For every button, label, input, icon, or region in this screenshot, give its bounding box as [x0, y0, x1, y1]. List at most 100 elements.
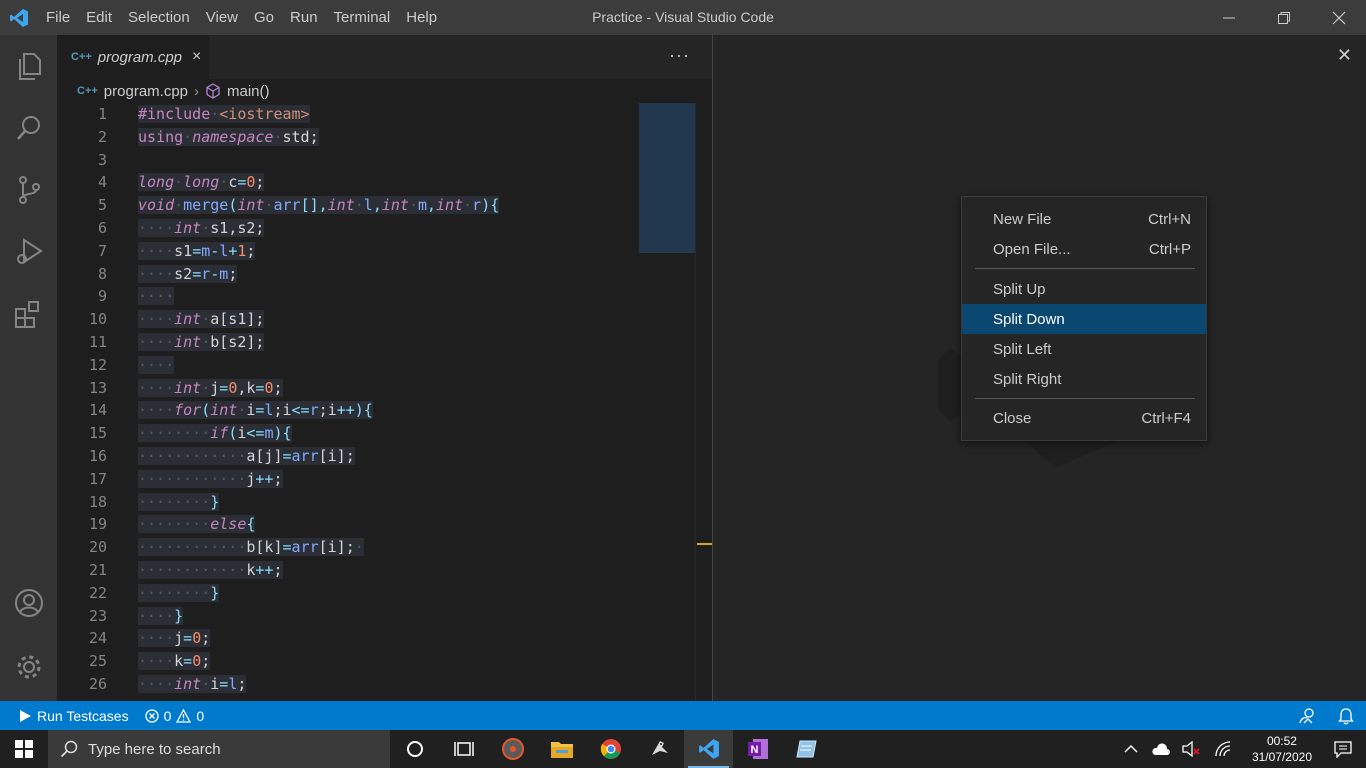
close-icon: [1332, 11, 1345, 24]
minimize-icon: [1222, 17, 1235, 18]
menu-file[interactable]: File: [38, 0, 78, 35]
code-line: 1 #include·<iostream>: [97, 105, 310, 123]
minimap[interactable]: [639, 103, 695, 253]
source-control-button[interactable]: [0, 159, 57, 221]
scrollbar-marker: [697, 543, 712, 545]
onedrive-button[interactable]: [1144, 742, 1176, 756]
vscode-logo-icon[interactable]: [0, 0, 38, 35]
code-line: 15 ········if(i<=m){: [88, 424, 292, 443]
menu-item-split-down[interactable]: Split Down: [962, 304, 1206, 334]
code-line: 24 ····j=0;: [88, 629, 211, 648]
code-line: 14 ····for(int·i=l;i<=r;i++){: [88, 401, 373, 420]
task-view-icon: [453, 742, 474, 756]
menu-terminal[interactable]: Terminal: [326, 0, 399, 35]
code-line: 22 ········}: [88, 583, 220, 602]
chevron-up-icon: [1124, 744, 1138, 753]
menu-view[interactable]: View: [198, 0, 246, 35]
action-center-button[interactable]: [1326, 740, 1366, 758]
taskbar-chrome[interactable]: [586, 730, 635, 768]
menu-item-new-file[interactable]: New File Ctrl+N: [962, 204, 1206, 234]
window-controls: [1201, 0, 1366, 35]
search-icon: [60, 740, 78, 758]
network-button[interactable]: [1208, 741, 1238, 757]
svg-text:N: N: [750, 744, 758, 756]
more-actions-icon[interactable]: ···: [669, 45, 690, 66]
vscode-icon: [698, 739, 719, 759]
problems-indicator[interactable]: 0 0: [137, 701, 213, 730]
taskbar-vscode[interactable]: [684, 730, 733, 768]
explorer-button[interactable]: [0, 35, 57, 97]
context-menu: New File Ctrl+N Open File... Ctrl+P Spli…: [961, 196, 1207, 441]
volume-button[interactable]: [1176, 741, 1208, 757]
menu-item-split-left[interactable]: Split Left: [962, 334, 1206, 364]
clock-date: 31/07/2020: [1251, 750, 1312, 764]
taskbar-notepad-app[interactable]: [782, 730, 831, 768]
penguin-app-icon: [651, 741, 668, 755]
files-icon: [18, 53, 41, 80]
breadcrumb-symbol[interactable]: main(): [227, 83, 270, 100]
close-group-icon[interactable]: ✕: [1337, 45, 1352, 66]
menu-go[interactable]: Go: [246, 0, 282, 35]
tab-close-icon[interactable]: ×: [192, 48, 201, 66]
media-player-icon: [501, 738, 524, 760]
chevron-right-icon: ›: [194, 82, 200, 100]
taskbar-media-app[interactable]: [488, 730, 537, 768]
bell-icon[interactable]: [1338, 707, 1354, 725]
menu-item-open-file[interactable]: Open File... Ctrl+P: [962, 234, 1206, 264]
code-line: 12 ····: [88, 355, 175, 374]
menu-item-close[interactable]: Close Ctrl+F4: [962, 403, 1206, 433]
activity-bar: [0, 35, 57, 701]
notification-icon: [1334, 741, 1352, 758]
search-view-button[interactable]: [0, 97, 57, 159]
task-view-button[interactable]: [439, 730, 488, 768]
cloud-icon: [1152, 743, 1170, 755]
menu-run[interactable]: Run: [282, 0, 326, 35]
account-icon: [14, 589, 43, 617]
taskbar-file-explorer[interactable]: [537, 730, 586, 768]
breadcrumb-file[interactable]: program.cpp: [104, 83, 188, 100]
code-editor[interactable]: 1 #include·<iostream> 2 using·namespace·st…: [57, 103, 640, 701]
menu-separator: [975, 398, 1195, 399]
editor-group-left: C++ program.cpp × ··· C++ program.cpp › …: [57, 35, 712, 701]
accounts-button[interactable]: [0, 588, 57, 618]
run-testcases-button[interactable]: Run Testcases: [0, 701, 137, 730]
clock-time: 00:52: [1266, 734, 1297, 748]
close-window-button[interactable]: [1311, 0, 1366, 35]
taskbar-app-penguin[interactable]: [635, 730, 684, 768]
manage-button[interactable]: [0, 652, 57, 682]
code-line: 16 ············a[j]=arr[i];: [88, 446, 355, 465]
code-line: 4 long·long·c=0;: [97, 173, 265, 192]
tab-program-cpp[interactable]: C++ program.cpp ×: [57, 35, 209, 79]
code-line: 9 ····: [97, 287, 175, 306]
taskbar-onenote[interactable]: N: [733, 730, 782, 768]
code-line: 5 void·merge(int·arr[],int·l,int·m,int·r)…: [97, 196, 500, 215]
menu-item-split-up[interactable]: Split Up: [962, 274, 1206, 304]
status-bar: Run Testcases 0 0: [0, 701, 1366, 730]
windows-logo-icon: [15, 740, 33, 758]
menu-edit[interactable]: Edit: [78, 0, 120, 35]
cortana-icon: [406, 741, 423, 757]
tab-bar: C++ program.cpp × ···: [57, 35, 712, 79]
menu-item-split-right[interactable]: Split Right: [962, 364, 1206, 394]
clock[interactable]: 00:52 31/07/2020: [1238, 733, 1326, 765]
start-button[interactable]: [0, 730, 48, 768]
code-line: 21 ············k++;: [88, 560, 283, 579]
code-line: 26 ····int·i=l;: [88, 674, 247, 693]
minimize-button[interactable]: [1201, 0, 1256, 35]
menu-help[interactable]: Help: [398, 0, 445, 35]
menu-selection[interactable]: Selection: [120, 0, 198, 35]
feedback-icon[interactable]: [1298, 707, 1316, 725]
extensions-button[interactable]: [0, 283, 57, 345]
speaker-muted-icon: [1182, 741, 1200, 757]
vertical-scrollbar[interactable]: [695, 103, 712, 701]
system-tray: 00:52 31/07/2020: [1118, 730, 1366, 768]
run-debug-button[interactable]: [0, 221, 57, 283]
menu-bar: File Edit Selection View Go Run Terminal…: [38, 0, 445, 35]
cortana-button[interactable]: [390, 730, 439, 768]
show-hidden-icons-button[interactable]: [1118, 744, 1144, 754]
restore-button[interactable]: [1256, 0, 1311, 35]
menu-separator: [975, 268, 1195, 269]
breadcrumb: C++ program.cpp › main(): [57, 79, 712, 103]
code-line: 8 ····s2=r-m;: [97, 264, 238, 283]
taskbar-search[interactable]: Type here to search: [48, 730, 390, 768]
